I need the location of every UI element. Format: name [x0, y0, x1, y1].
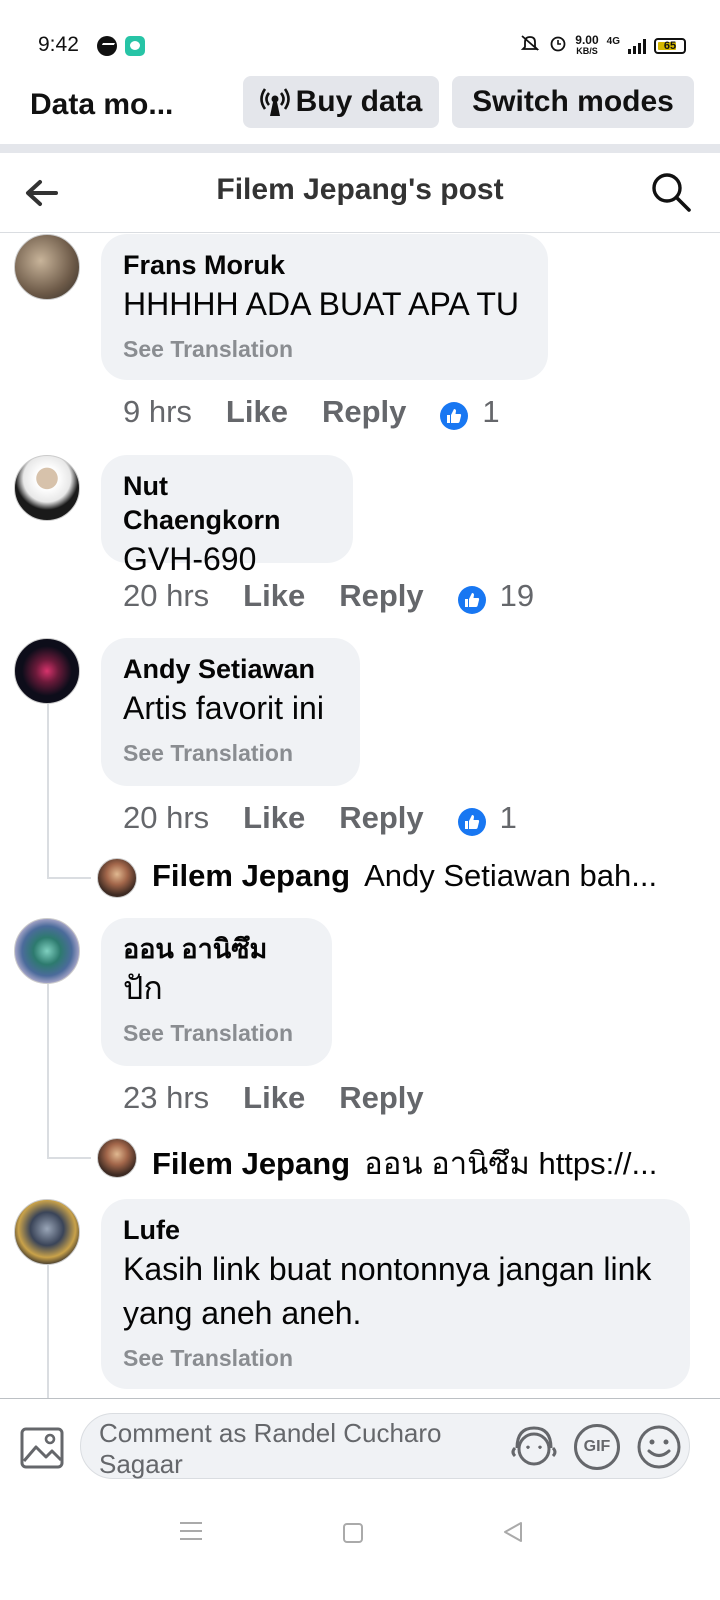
thread-elbow [47, 1157, 91, 1159]
comment-text: HHHHH ADA BUAT APA TU [123, 286, 519, 322]
section-divider [0, 144, 720, 153]
see-translation-link[interactable]: See Translation [123, 736, 338, 770]
reply-preview[interactable]: Filem Jepang Andy Setiawan bah... [152, 858, 657, 894]
comment-time[interactable]: 23 hrs [123, 1080, 209, 1116]
thread-line [47, 984, 49, 1158]
network-type: 4G [606, 36, 620, 47]
emoji-icon[interactable] [634, 1422, 684, 1472]
avatar[interactable] [14, 234, 80, 300]
reply-preview[interactable]: Filem Jepang ออน อานิซึม https://... [152, 1138, 657, 1188]
comment-text: ปัก [123, 970, 163, 1006]
comment-bubble[interactable]: Nut Chaengkorn GVH-690 [101, 455, 353, 577]
comment-time[interactable]: 20 hrs [123, 578, 209, 614]
antenna-icon [259, 88, 290, 116]
system-nav-bar [0, 1496, 720, 1600]
search-icon[interactable] [650, 171, 692, 213]
avatar[interactable] [14, 918, 80, 984]
status-time: 9:42 [38, 33, 79, 56]
menu-icon[interactable] [180, 1522, 202, 1540]
reply-button[interactable]: Reply [339, 578, 423, 614]
avatar[interactable] [97, 1138, 137, 1178]
reaction-count[interactable]: 19 [457, 578, 534, 614]
comment-actions: 9 hrs Like Reply 1 [123, 392, 500, 432]
home-icon[interactable] [343, 1523, 363, 1543]
reply-author[interactable]: Filem Jepang [152, 1146, 350, 1181]
messenger-icon [97, 36, 117, 56]
switch-modes-button[interactable]: Switch modes [452, 76, 694, 128]
reply-author[interactable]: Filem Jepang [152, 858, 350, 893]
network-speed: 9.00 KB/S [575, 33, 599, 56]
avatar[interactable] [14, 455, 80, 521]
thumbs-up-icon [457, 808, 486, 836]
comment-author[interactable]: Lufe [123, 1213, 668, 1247]
battery-icon: 65 [654, 38, 686, 54]
alarm-icon [549, 34, 567, 58]
reaction-count[interactable]: 1 [457, 800, 517, 836]
comment-author[interactable]: Nut Chaengkorn [123, 469, 331, 537]
comment-text-line: yang aneh aneh. [123, 1295, 362, 1331]
like-button[interactable]: Like [243, 578, 305, 614]
comment-bubble[interactable]: Lufe Kasih link buat nontonnya jangan li… [101, 1199, 690, 1389]
reply-text: ออน อานิซึม https://... [364, 1146, 658, 1181]
comment-placeholder: Comment as Randel Cucharo Sagaar [99, 1418, 442, 1479]
comment-text-line: Kasih link buat nontonnya jangan link [123, 1251, 652, 1287]
avatar-sticker-icon[interactable] [509, 1422, 559, 1472]
switch-modes-label: Switch modes [472, 85, 674, 118]
thread-elbow [47, 877, 91, 879]
see-translation-link[interactable]: See Translation [123, 1016, 310, 1050]
see-translation-link[interactable]: See Translation [123, 1341, 668, 1375]
chat-app-icon [125, 36, 145, 56]
thumbs-up-icon [440, 402, 469, 430]
photo-icon[interactable] [16, 1421, 68, 1473]
reaction-count[interactable]: 1 [440, 394, 500, 430]
page-title: Filem Jepang's post [216, 173, 504, 206]
comment-author[interactable]: Andy Setiawan [123, 652, 338, 686]
like-button[interactable]: Like [243, 800, 305, 836]
reply-button[interactable]: Reply [339, 800, 423, 836]
avatar[interactable] [14, 638, 80, 704]
signal-icon [628, 38, 646, 54]
comment-actions: 20 hrs Like Reply 1 [123, 798, 517, 838]
comment-time[interactable]: 20 hrs [123, 800, 209, 836]
thread-line [47, 704, 49, 878]
thread-line [47, 1265, 49, 1398]
nav-back-icon[interactable] [501, 1520, 525, 1544]
comment-bubble[interactable]: Frans Moruk HHHHH ADA BUAT APA TU See Tr… [101, 234, 548, 380]
gif-icon[interactable]: GIF [574, 1424, 620, 1470]
buy-data-label: Buy data [295, 85, 423, 118]
comment-text: Artis favorit ini [123, 690, 324, 726]
like-button[interactable]: Like [226, 394, 288, 430]
status-bar: 9:42 9.00 KB/S 4G 65 [0, 0, 720, 66]
data-mode-bar: Data mo... Buy data Switch modes [0, 68, 720, 144]
buy-data-button[interactable]: Buy data [243, 76, 439, 128]
avatar[interactable] [14, 1199, 80, 1265]
comment-actions: 23 hrs Like Reply [123, 1078, 458, 1118]
data-mode-title: Data mo... [30, 88, 174, 121]
comment-composer: Comment as Randel Cucharo Sagaar GIF [0, 1398, 720, 1496]
comment-author[interactable]: Frans Moruk [123, 248, 526, 282]
comment-bubble[interactable]: Andy Setiawan Artis favorit ini See Tran… [101, 638, 360, 786]
comment-author[interactable]: ออน อานิซึม [123, 932, 310, 966]
comment-time[interactable]: 9 hrs [123, 394, 192, 430]
comment-list: Frans Moruk HHHHH ADA BUAT APA TU See Tr… [0, 234, 720, 1398]
comment-input[interactable]: Comment as Randel Cucharo Sagaar GIF [80, 1413, 690, 1479]
comment-bubble[interactable]: ออน อานิซึม ปัก See Translation [101, 918, 332, 1066]
thumbs-up-icon [457, 586, 486, 614]
reply-button[interactable]: Reply [322, 394, 406, 430]
post-header: Filem Jepang's post [0, 153, 720, 233]
avatar[interactable] [97, 858, 137, 898]
see-translation-link[interactable]: See Translation [123, 332, 526, 366]
reply-button[interactable]: Reply [339, 1080, 423, 1116]
comment-actions: 20 hrs Like Reply 19 [123, 576, 534, 616]
reply-text: Andy Setiawan bah... [364, 858, 658, 893]
comment-text: GVH-690 [123, 541, 257, 577]
mute-icon [519, 34, 541, 58]
status-indicators: 9.00 KB/S 4G 65 [519, 34, 686, 58]
like-button[interactable]: Like [243, 1080, 305, 1116]
